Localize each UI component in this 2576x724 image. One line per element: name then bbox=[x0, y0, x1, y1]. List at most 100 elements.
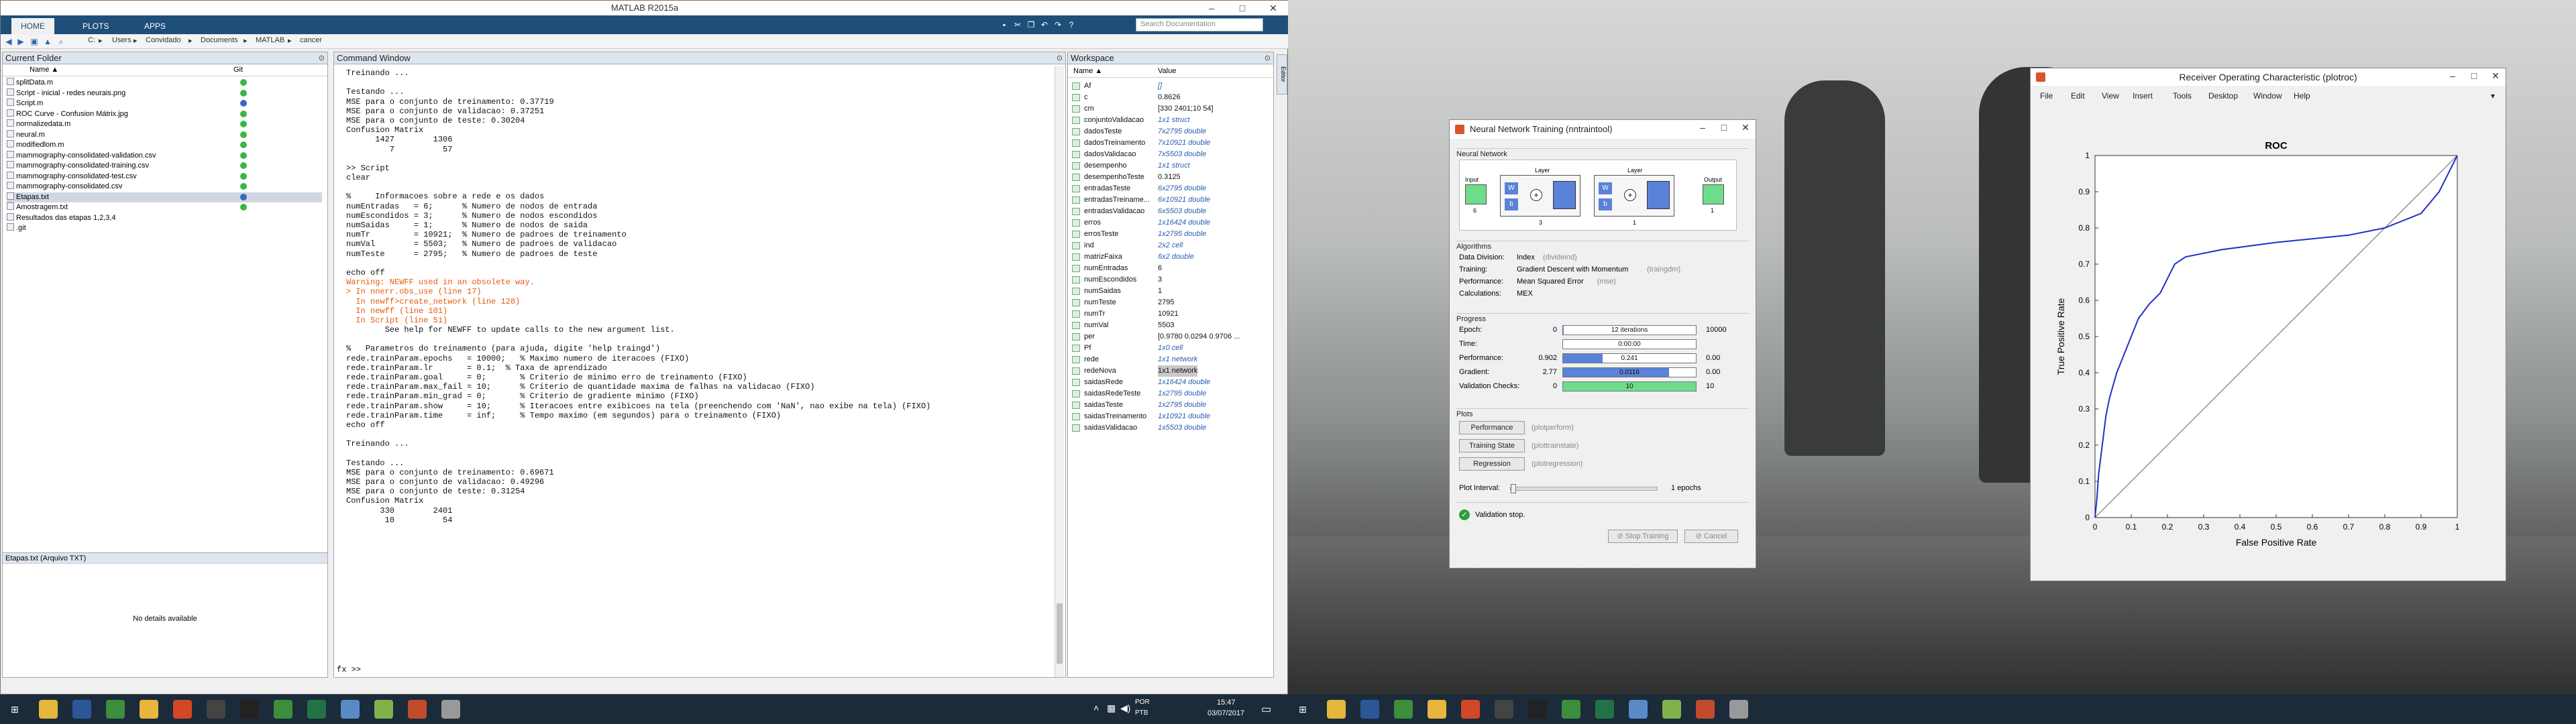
workspace-row[interactable]: erros 1x16424 double bbox=[1071, 217, 1272, 229]
menu-item[interactable]: Help bbox=[2294, 91, 2310, 101]
workspace-row[interactable]: saidasTeste 1x2795 double bbox=[1071, 400, 1272, 411]
chrome-icon[interactable] bbox=[1562, 700, 1580, 719]
close-icon[interactable]: ✕ bbox=[2485, 68, 2506, 83]
cancel-button[interactable]: ⊘ Cancel bbox=[1684, 530, 1738, 543]
clock-time[interactable]: 15:47 bbox=[1217, 699, 1236, 707]
folder-open-icon[interactable]: ▣ bbox=[29, 36, 40, 47]
file-row[interactable]: modifiedlom.m bbox=[7, 140, 322, 150]
workspace-row[interactable]: numTeste 2795 bbox=[1071, 297, 1272, 308]
minimize-icon[interactable]: – bbox=[2443, 68, 2463, 83]
workspace-row[interactable]: dadosValidacao 7x5503 double bbox=[1071, 149, 1272, 160]
back-icon[interactable]: ◀ bbox=[3, 36, 14, 47]
menu-item[interactable]: Desktop bbox=[2208, 91, 2238, 101]
path-matlab[interactable]: MATLAB bbox=[256, 36, 284, 44]
menu-item[interactable]: Window bbox=[2253, 91, 2282, 101]
workspace-row[interactable]: saidasRedeTeste 1x2795 double bbox=[1071, 388, 1272, 400]
workspace-row[interactable]: entradasTeste 6x2795 double bbox=[1071, 183, 1272, 194]
workspace-row[interactable]: entradasTreiname... 6x10921 double bbox=[1071, 194, 1272, 206]
matlab-icon[interactable] bbox=[1696, 700, 1715, 719]
file-row[interactable]: Script - inicial - redes neurais.png bbox=[7, 88, 322, 99]
workspace-row[interactable]: saidasValidacao 1x5503 double bbox=[1071, 422, 1272, 434]
search-input[interactable]: Search Documentation bbox=[1136, 18, 1263, 32]
file-row[interactable]: splitData.m bbox=[7, 78, 322, 88]
file-row[interactable]: ROC Curve - Confusion Mátrix.jpg bbox=[7, 109, 322, 119]
plot-interval-slider[interactable] bbox=[1510, 484, 1658, 493]
files-icon[interactable] bbox=[441, 700, 460, 719]
file-row[interactable]: Amostragem.txt bbox=[7, 202, 322, 213]
path-drive[interactable]: C: bbox=[88, 36, 95, 44]
workspace-row[interactable]: numSaidas 1 bbox=[1071, 286, 1272, 297]
file-row[interactable]: Script.m bbox=[7, 99, 322, 109]
workspace-row[interactable]: dadosTreinamento 7x10921 double bbox=[1071, 137, 1272, 149]
panel-menu-icon[interactable]: ⊙ bbox=[319, 52, 325, 64]
workspace-row[interactable]: numEntradas 6 bbox=[1071, 263, 1272, 274]
column-name[interactable]: Name ▲ bbox=[1073, 67, 1102, 75]
menu-item[interactable]: Edit bbox=[2071, 91, 2085, 101]
file-row[interactable]: mammography-consolidated-training.csv bbox=[7, 161, 322, 171]
word-icon[interactable] bbox=[1360, 700, 1379, 719]
plot-button[interactable]: Training State bbox=[1459, 439, 1525, 452]
workspace-row[interactable]: conjuntoValidacao 1x1 struct bbox=[1071, 115, 1272, 126]
word-icon[interactable] bbox=[72, 700, 91, 719]
powerpoint-icon[interactable] bbox=[1461, 700, 1480, 719]
workspace-row[interactable]: numTr 10921 bbox=[1071, 308, 1272, 320]
workspace-row[interactable]: ind 2x2 cell bbox=[1071, 240, 1272, 251]
tab-home[interactable]: HOME bbox=[11, 18, 54, 34]
copy-icon[interactable]: ❐ bbox=[1026, 19, 1036, 30]
media-icon[interactable] bbox=[207, 700, 225, 719]
maximize-icon[interactable]: □ bbox=[2464, 68, 2484, 83]
folder-icon[interactable] bbox=[140, 700, 158, 719]
algorithm-function[interactable]: (divideind) bbox=[1543, 253, 1577, 261]
minimize-icon[interactable]: – bbox=[1693, 120, 1713, 135]
notepad-icon[interactable] bbox=[1629, 700, 1648, 719]
paint-icon[interactable] bbox=[374, 700, 393, 719]
path-convidado[interactable]: Convidado bbox=[146, 36, 181, 44]
unity-icon[interactable] bbox=[1528, 700, 1547, 719]
file-explorer-icon[interactable] bbox=[1327, 700, 1346, 719]
file-row[interactable]: Resultados das etapas 1,2,3,4 bbox=[7, 213, 322, 223]
file-explorer-icon[interactable] bbox=[39, 700, 58, 719]
powerpoint-icon[interactable] bbox=[173, 700, 192, 719]
command-prompt[interactable]: fx >> bbox=[337, 665, 361, 674]
algorithm-function[interactable]: (traingdm) bbox=[1647, 265, 1680, 274]
plot-button[interactable]: Performance bbox=[1459, 421, 1525, 434]
undo-icon[interactable]: ↶ bbox=[1039, 19, 1050, 30]
file-row[interactable]: mammography-consolidated-validation.csv bbox=[7, 150, 322, 161]
unity-icon[interactable] bbox=[240, 700, 259, 719]
redo-icon[interactable]: ↷ bbox=[1053, 19, 1063, 30]
plot-button[interactable]: Regression bbox=[1459, 457, 1525, 471]
file-row[interactable]: Etapas.txt bbox=[7, 192, 322, 202]
excel-icon[interactable] bbox=[1595, 700, 1614, 719]
workspace-row[interactable]: saidasRede 1x16424 double bbox=[1071, 377, 1272, 388]
workspace-row[interactable]: matrizFaixa 6x2 double bbox=[1071, 251, 1272, 263]
save-icon[interactable]: ▪ bbox=[999, 19, 1010, 30]
workspace-row[interactable]: entradasValidacao 6x5503 double bbox=[1071, 206, 1272, 217]
windows-start-icon[interactable]: ⊞ bbox=[5, 700, 24, 719]
workspace-row[interactable]: desempenho 1x1 struct bbox=[1071, 160, 1272, 172]
workspace-row[interactable]: per [0.9780 0.0294 0.9706 ... bbox=[1071, 331, 1272, 343]
matlab-icon[interactable] bbox=[408, 700, 427, 719]
up-folder-icon[interactable]: ▲ bbox=[42, 36, 53, 47]
workspace-row[interactable]: dadosTeste 7x2795 double bbox=[1071, 126, 1272, 137]
volume-icon[interactable]: ◀) bbox=[1120, 703, 1130, 714]
algorithm-function[interactable]: (mse) bbox=[1597, 278, 1616, 286]
notifications-icon[interactable]: ▭ bbox=[1261, 703, 1271, 716]
chrome-icon[interactable] bbox=[274, 700, 292, 719]
tab-plots[interactable]: PLOTS bbox=[73, 18, 118, 34]
file-row[interactable]: neural.m bbox=[7, 129, 322, 140]
menu-arrow-icon[interactable]: ▾ bbox=[2491, 91, 2495, 101]
keyboard-indicator[interactable]: PTB bbox=[1135, 709, 1148, 717]
help-icon[interactable]: ? bbox=[1066, 19, 1077, 30]
path-cancer[interactable]: cancer bbox=[300, 36, 322, 44]
excel-icon[interactable] bbox=[307, 700, 326, 719]
tab-apps[interactable]: APPS bbox=[135, 18, 175, 34]
file-row[interactable]: mammography-consolidated-test.csv bbox=[7, 171, 322, 182]
browse-icon[interactable]: ⌕ bbox=[56, 36, 66, 47]
tray-arrow-icon[interactable]: ˄ bbox=[1093, 703, 1099, 713]
stop-training-button[interactable]: ⊘ Stop Training bbox=[1608, 530, 1678, 543]
scrollbar[interactable] bbox=[1055, 66, 1064, 677]
maximize-icon[interactable]: □ bbox=[1227, 1, 1258, 15]
workspace-row[interactable]: numVal 5503 bbox=[1071, 320, 1272, 331]
menu-item[interactable]: Tools bbox=[2173, 91, 2192, 101]
workspace-row[interactable]: c 0.8626 bbox=[1071, 92, 1272, 103]
